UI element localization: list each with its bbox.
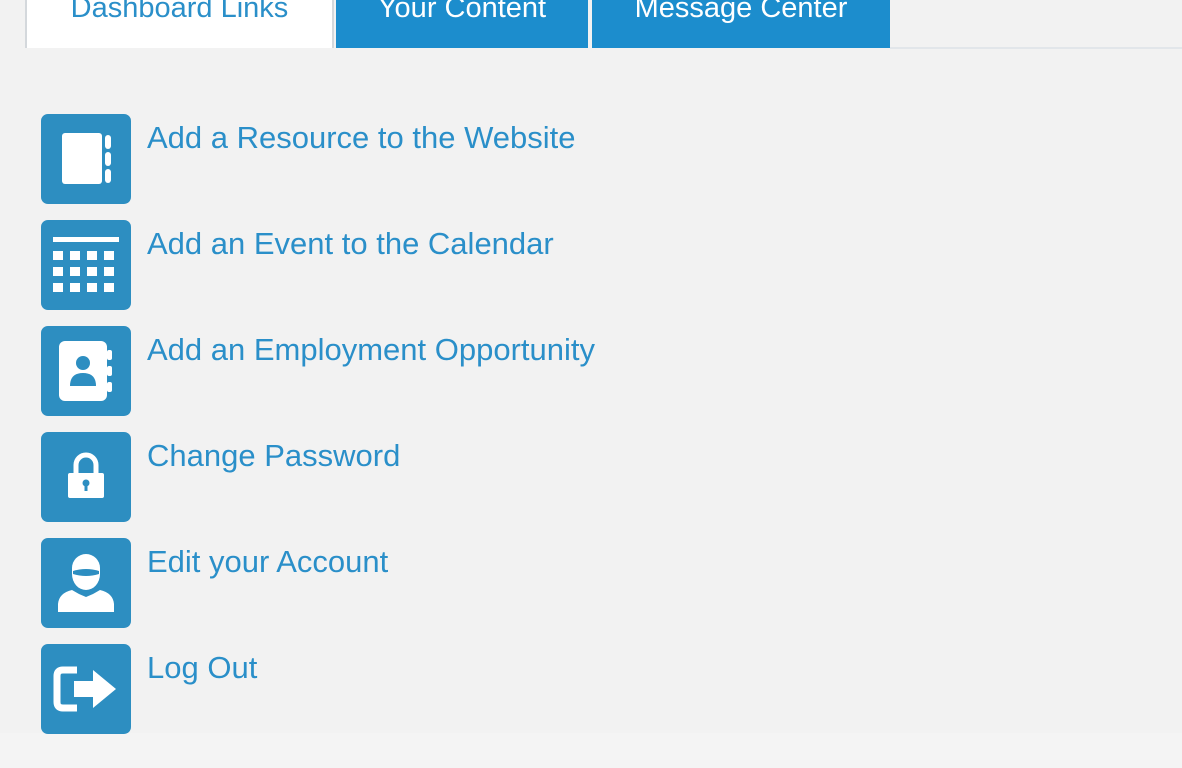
link-label[interactable]: Log Out <box>147 650 257 686</box>
link-add-event[interactable]: Add an Event to the Calendar <box>41 220 595 310</box>
calendar-icon[interactable] <box>41 220 131 310</box>
link-label[interactable]: Change Password <box>147 438 400 474</box>
link-label[interactable]: Add an Event to the Calendar <box>147 226 554 262</box>
tab-your-content[interactable]: Your Content <box>336 0 588 48</box>
link-label[interactable]: Add an Employment Opportunity <box>147 332 595 368</box>
link-change-password[interactable]: Change Password <box>41 432 595 522</box>
tab-label: Your Content <box>377 0 547 24</box>
link-log-out[interactable]: Log Out <box>41 644 595 734</box>
user-icon[interactable] <box>41 538 131 628</box>
link-edit-account[interactable]: Edit your Account <box>41 538 595 628</box>
link-add-employment[interactable]: Add an Employment Opportunity <box>41 326 595 416</box>
tab-dashboard-links[interactable]: Dashboard Links <box>25 0 334 48</box>
dashboard-links-list: Add a Resource to the Website Add an Eve… <box>41 114 595 750</box>
tab-bar: Dashboard Links Your Content Message Cen… <box>0 0 1182 50</box>
lock-icon[interactable] <box>41 432 131 522</box>
contact-book-icon[interactable] <box>41 326 131 416</box>
link-label[interactable]: Add a Resource to the Website <box>147 120 576 156</box>
link-label[interactable]: Edit your Account <box>147 544 388 580</box>
tab-bar-divider <box>890 47 1182 49</box>
tab-message-center[interactable]: Message Center <box>592 0 890 48</box>
notebook-icon[interactable] <box>41 114 131 204</box>
link-add-resource[interactable]: Add a Resource to the Website <box>41 114 595 204</box>
tab-label: Dashboard Links <box>70 0 289 24</box>
tab-label: Message Center <box>634 0 848 24</box>
sign-out-icon[interactable] <box>41 644 131 734</box>
